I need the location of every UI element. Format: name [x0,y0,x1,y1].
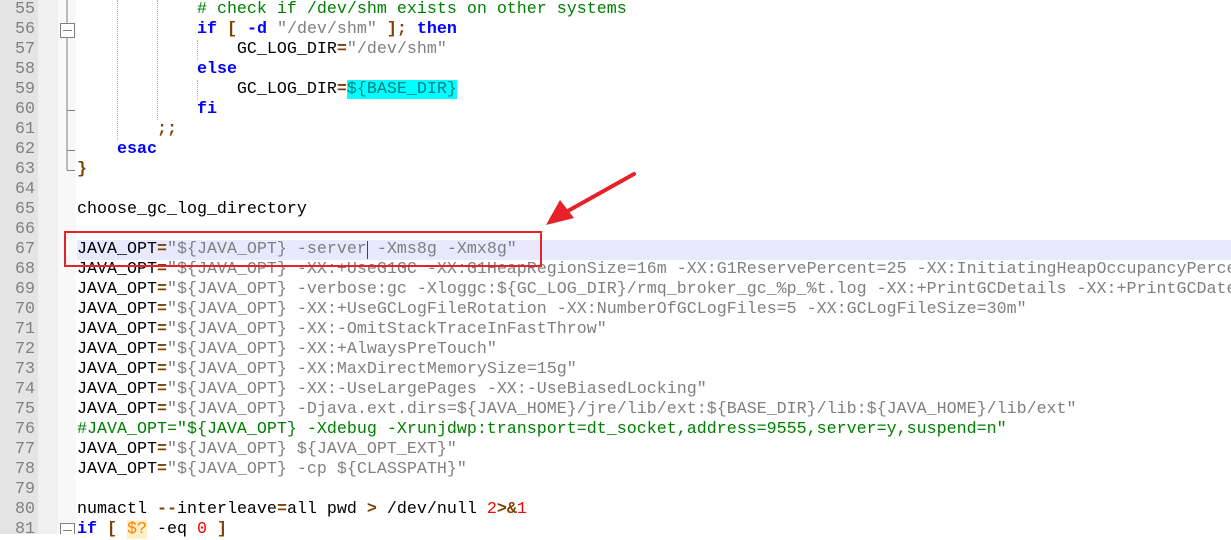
fold-collapse-button[interactable] [60,523,75,535]
code-editor[interactable]: 55 # check if /dev/shm exists on other s… [0,0,1231,539]
highlight-box [64,231,542,267]
overlay [60,0,636,535]
arrow-annotation [546,172,636,225]
